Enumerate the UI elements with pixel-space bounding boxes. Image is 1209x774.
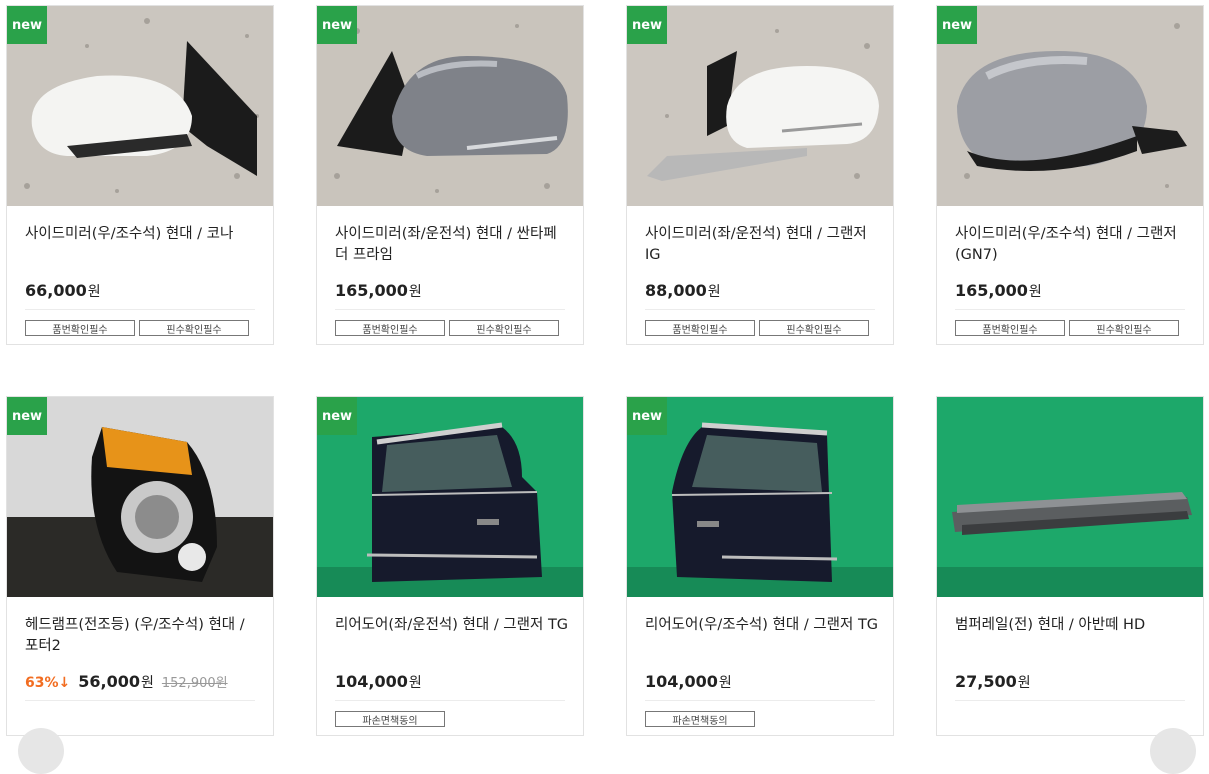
tag-part-number: 품번확인필수 [955,320,1065,336]
new-badge: new [7,397,47,435]
product-title[interactable]: 헤드램프(전조등) (우/조수석) 현대 / 포터2 [25,615,260,657]
currency: 원 [408,284,422,300]
product-title[interactable]: 사이드미러(좌/운전석) 현대 / 싼타페 더 프라임 [335,224,570,266]
product-card[interactable]: new 사이드미러(우/조수석) 현대 / 코나 66,000원 품번확인필수 … [6,5,274,345]
currency: 원 [1017,675,1031,691]
product-card[interactable]: new 사이드미러(좌/운전석) 현대 / 그랜저 IG 88,000원 품번확… [626,5,894,345]
price: 27,500 [955,672,1017,691]
currency: 원 [408,675,422,691]
tag-part-number: 품번확인필수 [335,320,445,336]
product-title[interactable]: 범퍼레일(전) 현대 / 아반떼 HD [955,615,1190,636]
currency: 원 [87,284,101,300]
product-card[interactable]: new 헤드램프(전조등) (우/조수석) 현대 / 포터2 63%↓ 56,00… [6,396,274,736]
tag-pin-count: 핀수확인필수 [139,320,249,336]
divider [335,700,565,701]
divider [955,309,1185,310]
tag-pin-count: 핀수확인필수 [759,320,869,336]
new-badge: new [627,397,667,435]
tag-part-number: 품번확인필수 [25,320,135,336]
product-card[interactable]: new 리어도어(좌/운전석) 현대 / 그랜저 TG 104,000원 파손면… [316,396,584,736]
product-title[interactable]: 사이드미러(좌/운전석) 현대 / 그랜저 IG [645,224,880,266]
price-row: 63%↓ 56,000원 152,900원 [25,672,228,692]
divider [335,309,565,310]
price: 66,000 [25,281,87,300]
price-row: 27,500원 [955,672,1031,692]
product-card[interactable]: new 리어도어(우/조수석) 현대 / 그랜저 TG 104,000원 파손면… [626,396,894,736]
product-card[interactable]: new 사이드미러(우/조수석) 현대 / 그랜저 (GN7) 165,000원… [936,5,1204,345]
currency: 원 [1028,284,1042,300]
divider [25,700,255,701]
currency: 원 [707,284,721,300]
divider [25,309,255,310]
tag-damage-waiver: 파손면책동의 [335,711,445,727]
tag-list: 품번확인필수 핀수확인필수 [955,320,1179,336]
discount-rate: 63%↓ [25,675,71,691]
product-title[interactable]: 사이드미러(우/조수석) 현대 / 그랜저 (GN7) [955,224,1190,266]
price-row: 66,000원 [25,281,101,301]
divider [645,309,875,310]
tag-list: 품번확인필수 핀수확인필수 [645,320,869,336]
new-badge: new [317,397,357,435]
original-price: 152,900원 [161,676,228,691]
tag-part-number: 품번확인필수 [645,320,755,336]
currency: 원 [718,675,732,691]
new-badge: new [317,6,357,44]
tag-damage-waiver: 파손면책동의 [645,711,755,727]
product-card[interactable]: new 사이드미러(좌/운전석) 현대 / 싼타페 더 프라임 165,000원… [316,5,584,345]
product-card[interactable]: 범퍼레일(전) 현대 / 아반떼 HD 27,500원 [936,396,1204,736]
price: 104,000 [645,672,718,691]
currency: 원 [141,675,154,691]
price: 165,000 [335,281,408,300]
price-row: 88,000원 [645,281,721,301]
price-row: 165,000원 [335,281,422,301]
price: 104,000 [335,672,408,691]
product-title[interactable]: 리어도어(좌/운전석) 현대 / 그랜저 TG [335,615,570,636]
product-title[interactable]: 사이드미러(우/조수석) 현대 / 코나 [25,224,260,245]
product-image[interactable] [937,397,1203,597]
new-badge: new [7,6,47,44]
price: 88,000 [645,281,707,300]
tag-pin-count: 핀수확인필수 [449,320,559,336]
price-row: 104,000원 [645,672,732,692]
tag-list: 품번확인필수 핀수확인필수 [335,320,559,336]
product-title[interactable]: 리어도어(우/조수석) 현대 / 그랜저 TG [645,615,880,636]
new-badge: new [937,6,977,44]
divider [955,700,1185,701]
price: 56,000 [78,672,140,691]
new-badge: new [627,6,667,44]
price: 165,000 [955,281,1028,300]
tag-list: 파손면책동의 [645,711,755,727]
tag-list: 파손면책동의 [335,711,445,727]
tag-list: 품번확인필수 핀수확인필수 [25,320,249,336]
price-row: 165,000원 [955,281,1042,301]
tag-pin-count: 핀수확인필수 [1069,320,1179,336]
price-row: 104,000원 [335,672,422,692]
divider [645,700,875,701]
